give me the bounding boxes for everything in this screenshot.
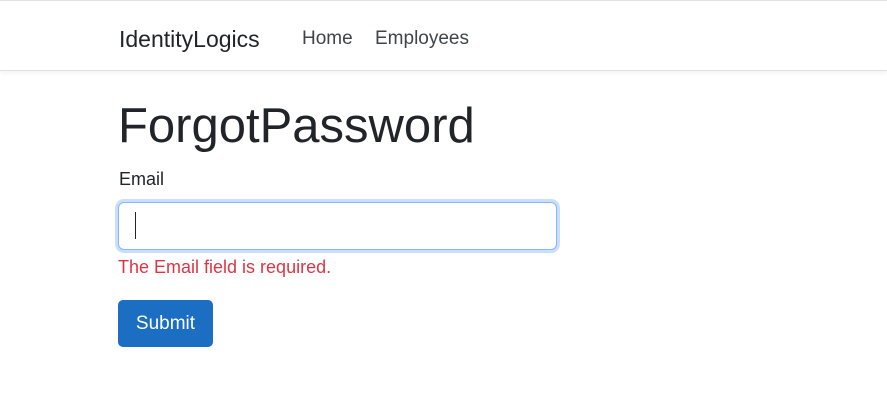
submit-button[interactable]: Submit xyxy=(118,300,213,347)
text-caret xyxy=(135,212,136,239)
navbar: IdentityLogics Home Employees xyxy=(0,0,887,71)
email-input[interactable] xyxy=(118,202,557,250)
email-validation-message: The Email field is required. xyxy=(118,257,332,277)
page-title: ForgotPassword xyxy=(118,99,475,153)
nav-link-employees[interactable]: Employees xyxy=(375,26,469,52)
brand-link[interactable]: IdentityLogics xyxy=(119,24,260,54)
email-label: Email xyxy=(119,169,165,189)
nav-link-home[interactable]: Home xyxy=(302,26,353,52)
